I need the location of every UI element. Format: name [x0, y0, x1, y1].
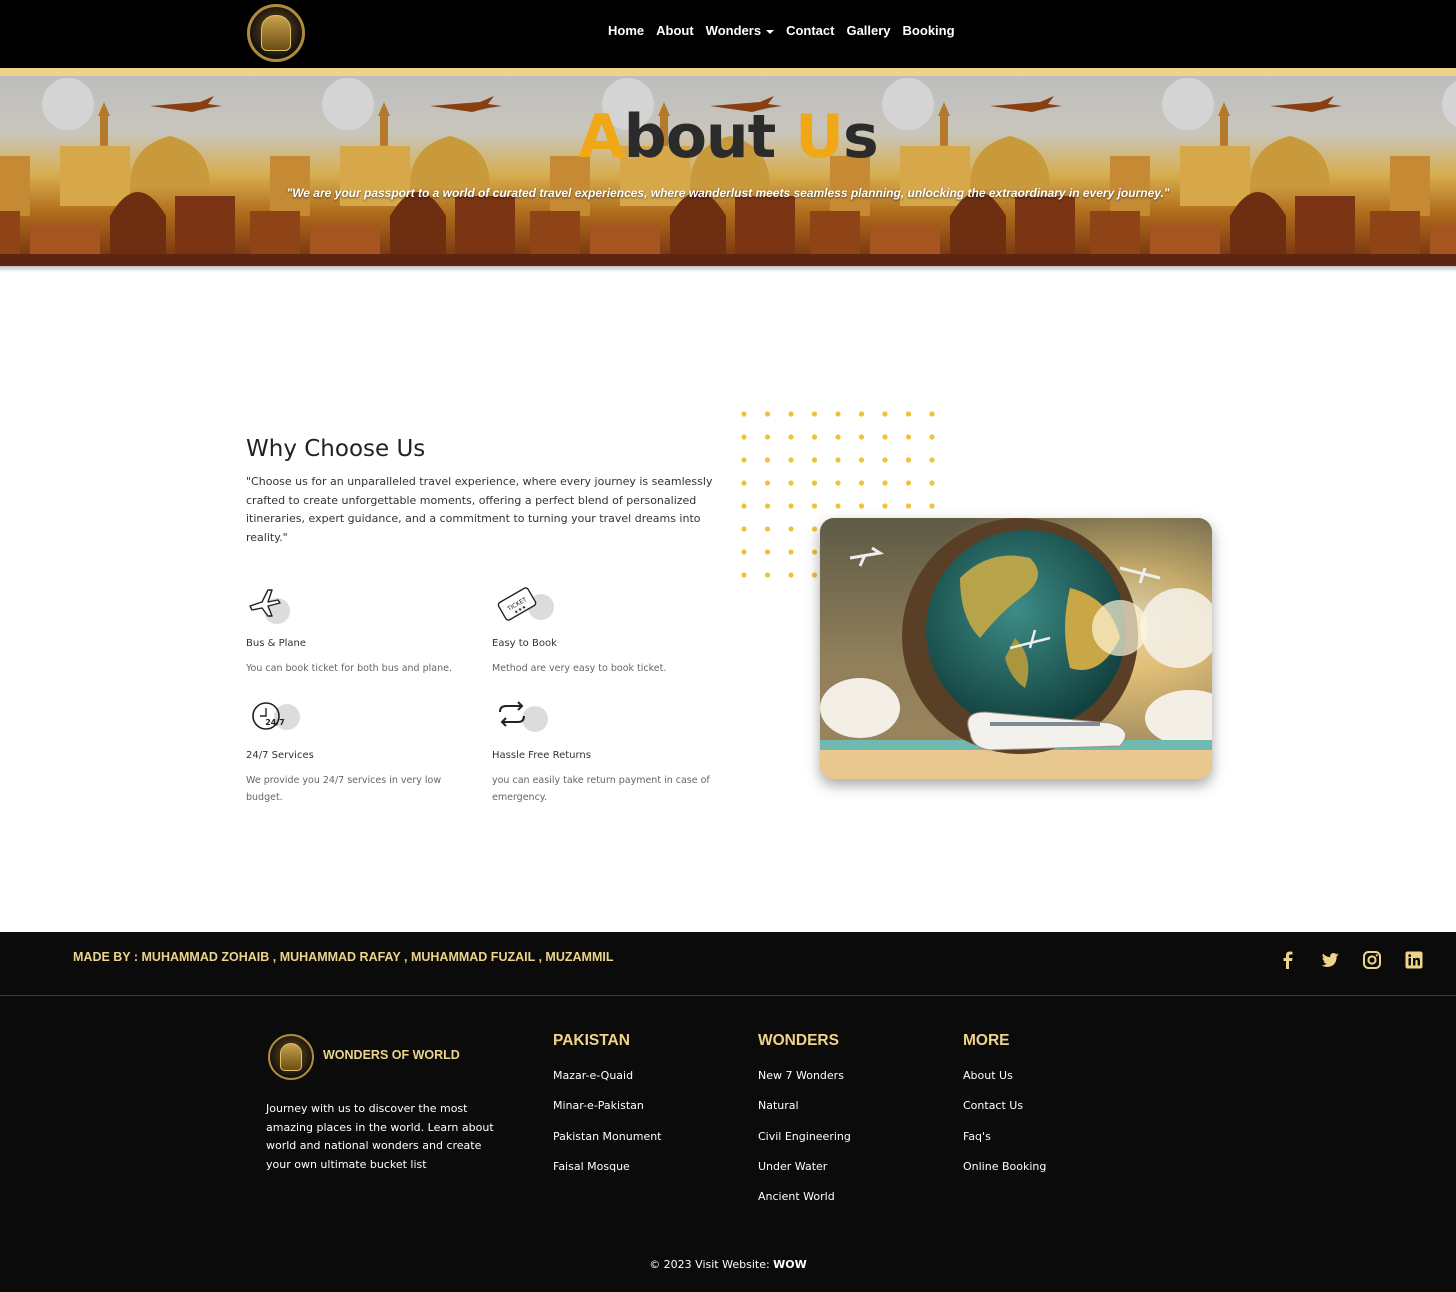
copyright: © 2023 Visit Website: WOW — [649, 1258, 807, 1271]
feature-title: 24/7 Services — [246, 750, 314, 761]
nav-gallery[interactable]: Gallery — [846, 23, 890, 38]
pharaoh-emblem-icon — [261, 15, 291, 51]
twitter-icon[interactable] — [1320, 950, 1340, 970]
footer-link[interactable]: Ancient World — [758, 1190, 851, 1220]
feature-desc: You can book ticket for both bus and pla… — [246, 663, 452, 674]
return-arrows-icon — [492, 698, 548, 738]
footer-link[interactable]: Pakistan Monument — [553, 1130, 662, 1160]
feature-24-7: 24/7 24/7 Services We provide you 24/7 s… — [246, 698, 476, 803]
airplane-icon — [246, 586, 296, 626]
feature-desc: We provide you 24/7 services in very low… — [246, 775, 442, 803]
nav-booking[interactable]: Booking — [903, 23, 955, 38]
hero-title: About Us — [578, 102, 878, 172]
footer-link[interactable]: About Us — [963, 1069, 1046, 1099]
made-by-credits: MADE BY : MUHAMMAD ZOHAIB , MUHAMMAD RAF… — [73, 950, 614, 964]
nav-about[interactable]: About — [656, 23, 694, 38]
clock-24-7-icon: 24/7 — [246, 698, 300, 738]
footer-column-title: WONDERS — [758, 1032, 839, 1049]
feature-title: Hassle Free Returns — [492, 750, 591, 761]
feature-title: Easy to Book — [492, 638, 557, 649]
feature-bus-plane: Bus & Plane You can book ticket for both… — [246, 586, 476, 674]
footer-link[interactable]: Mazar-e-Quaid — [553, 1069, 662, 1099]
svg-text:24/7: 24/7 — [265, 718, 285, 727]
footer-column-pakistan: PAKISTAN Mazar-e-Quaid Minar-e-Pakistan … — [553, 1032, 662, 1190]
nav-contact[interactable]: Contact — [786, 23, 834, 38]
feature-desc: Method are very easy to book ticket. — [492, 663, 667, 674]
hero-banner: About Us "We are your passport to a worl… — [0, 76, 1456, 266]
nav-wonders-dropdown[interactable]: Wonders — [705, 23, 775, 38]
footer-link[interactable]: Faq's — [963, 1130, 1046, 1160]
footer-divider — [0, 995, 1456, 996]
navbar: Home About Wonders Contact Gallery Booki… — [0, 0, 1456, 68]
nav-home[interactable]: Home — [608, 23, 644, 38]
feature-desc: you can easily take return payment in ca… — [492, 775, 710, 803]
why-choose-us-text: "Choose us for an unparalleled travel ex… — [246, 475, 713, 544]
nav-wonders-label: Wonders — [705, 23, 762, 38]
globe-travel-image — [820, 518, 1212, 779]
footer-link[interactable]: Civil Engineering — [758, 1130, 851, 1160]
footer-column-title: MORE — [963, 1032, 1010, 1049]
footer-column-wonders: WONDERS New 7 Wonders Natural Civil Engi… — [758, 1032, 851, 1220]
hero-shadow — [0, 266, 1456, 272]
footer-description: Journey with us to discover the most ama… — [266, 1102, 494, 1171]
footer-brand-name: WONDERS OF WORLD — [323, 1048, 460, 1062]
footer: MADE BY : MUHAMMAD ZOHAIB , MUHAMMAD RAF… — [0, 932, 1456, 1292]
why-choose-us-heading: Why Choose Us — [246, 436, 426, 462]
footer-link[interactable]: Under Water — [758, 1160, 851, 1190]
footer-link[interactable]: Faisal Mosque — [553, 1160, 662, 1190]
copyright-brand-link[interactable]: WOW — [773, 1258, 807, 1271]
social-links — [1278, 950, 1424, 970]
page: Home About Wonders Contact Gallery Booki… — [0, 0, 1456, 1292]
footer-logo[interactable] — [268, 1034, 314, 1080]
linkedin-icon[interactable] — [1404, 950, 1424, 970]
gold-divider — [0, 68, 1456, 76]
ticket-icon: TICKET ★★★ — [492, 586, 554, 626]
feature-returns: Hassle Free Returns you can easily take … — [492, 698, 722, 803]
footer-column-more: MORE About Us Contact Us Faq's Online Bo… — [963, 1032, 1046, 1190]
instagram-icon[interactable] — [1362, 950, 1382, 970]
footer-link[interactable]: Contact Us — [963, 1099, 1046, 1129]
footer-link[interactable]: Online Booking — [963, 1160, 1046, 1190]
footer-link[interactable]: Minar-e-Pakistan — [553, 1099, 662, 1129]
feature-title: Bus & Plane — [246, 638, 306, 649]
site-logo[interactable] — [247, 4, 305, 62]
hero-quote: "We are your passport to a world of cura… — [286, 186, 1170, 200]
footer-link[interactable]: New 7 Wonders — [758, 1069, 851, 1099]
pharaoh-emblem-icon — [280, 1043, 302, 1071]
footer-column-title: PAKISTAN — [553, 1032, 630, 1049]
nav-menu: Home About Wonders Contact Gallery Booki… — [608, 23, 955, 38]
facebook-icon[interactable] — [1278, 950, 1298, 970]
footer-link[interactable]: Natural — [758, 1099, 851, 1129]
feature-easy-book: TICKET ★★★ Easy to Book Method are very e… — [492, 586, 722, 674]
caret-down-icon — [766, 29, 775, 34]
